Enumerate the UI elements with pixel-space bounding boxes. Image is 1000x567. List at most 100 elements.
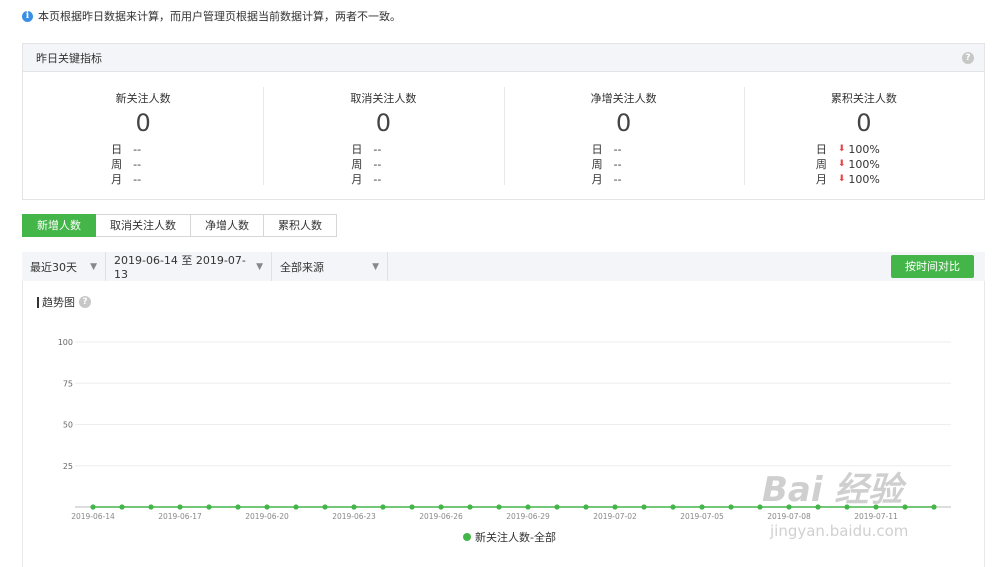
question-icon[interactable]: ? [962, 51, 974, 64]
row-label: 周 [591, 158, 603, 171]
legend-dot [463, 533, 471, 541]
watermark-url: jingyan.baidu.com [770, 522, 909, 540]
y-tick-label: 100 [58, 338, 73, 347]
x-tick-label: 2019-07-11 [854, 512, 898, 521]
row-label: 周 [351, 158, 363, 171]
data-point [235, 504, 241, 510]
metric-unfollowers: 取消关注人数 0 日 -- 周 -- 月 -- [263, 72, 503, 200]
data-point [641, 504, 647, 510]
date-range-value: 2019-06-14 至 2019-07-13 [114, 254, 246, 281]
data-point [496, 504, 502, 510]
data-point [293, 504, 299, 510]
source-dropdown[interactable]: 全部来源 ▼ [272, 252, 388, 281]
caret-down-icon: ▼ [372, 261, 379, 272]
legend-label: 新关注人数-全部 [475, 531, 556, 544]
info-icon: i [22, 10, 33, 22]
x-tick-label: 2019-06-26 [419, 512, 463, 521]
row-value: 100% [848, 143, 880, 156]
data-point [264, 504, 270, 510]
caret-down-icon: ▼ [256, 261, 263, 272]
row-label: 月 [815, 173, 827, 186]
row-value: -- [613, 143, 622, 156]
panel-header: 昨日关键指标 ? [23, 44, 984, 72]
data-point [177, 504, 183, 510]
metric-value: 0 [615, 109, 632, 137]
panel-title: 昨日关键指标 [36, 51, 102, 65]
y-tick-label: 50 [63, 421, 73, 430]
tab-new-users[interactable]: 新增人数 [22, 214, 96, 237]
down-arrow-icon: ⬇ [837, 144, 846, 154]
data-point [554, 504, 560, 510]
data-point [351, 504, 357, 510]
period-value: 最近30天 [30, 260, 77, 274]
metric-title: 净增关注人数 [590, 92, 657, 105]
x-tick-label: 2019-06-29 [506, 512, 550, 521]
data-point [467, 504, 473, 510]
tab-unfollow-users[interactable]: 取消关注人数 [96, 214, 191, 237]
data-point [148, 504, 154, 510]
x-tick-label: 2019-06-17 [158, 512, 202, 521]
data-point [322, 504, 328, 510]
chart-legend[interactable]: 新关注人数-全部 [463, 529, 556, 545]
metric-net-followers: 净增关注人数 0 日 -- 周 -- 月 -- [503, 72, 744, 200]
data-point [931, 504, 937, 510]
metric-title: 累积关注人数 [830, 92, 897, 105]
watermark-logo: Bai 经验 [762, 470, 903, 510]
row-value: -- [373, 143, 382, 156]
row-value: -- [613, 173, 622, 186]
row-value: -- [373, 158, 382, 171]
metrics-row: 新关注人数 0 日 -- 周 -- 月 -- 取消关注人数 0 日 -- 周 -- 月 --… [23, 72, 984, 200]
notice-bar: i 本页根据昨日数据来计算，而用户管理页根据当前数据计算，两者不一致。 [22, 8, 401, 24]
row-value: -- [133, 173, 142, 186]
row-value: -- [133, 143, 142, 156]
data-point [380, 504, 386, 510]
x-tick-label: 2019-07-08 [767, 512, 811, 521]
metric-new-followers: 新关注人数 0 日 -- 周 -- 月 -- [23, 72, 263, 200]
down-arrow-icon: ⬇ [837, 174, 846, 184]
data-point [90, 504, 96, 510]
data-point [119, 504, 125, 510]
data-point [409, 504, 415, 510]
row-label: 日 [591, 143, 603, 156]
x-tick-label: 2019-07-02 [593, 512, 637, 521]
source-value: 全部来源 [280, 260, 324, 274]
row-label: 日 [351, 143, 363, 156]
row-value: -- [373, 173, 382, 186]
period-dropdown[interactable]: 最近30天 ▼ [22, 252, 106, 281]
row-label: 月 [351, 173, 363, 186]
row-label: 月 [111, 173, 123, 186]
row-value: -- [613, 158, 622, 171]
metric-value: 0 [135, 109, 151, 137]
row-value: -- [133, 158, 142, 171]
data-point [438, 504, 444, 510]
tab-total-users[interactable]: 累积人数 [264, 214, 337, 237]
row-label: 日 [815, 143, 827, 156]
x-tick-label: 2019-06-23 [332, 512, 376, 521]
y-tick-label: 75 [63, 379, 73, 388]
x-tick-label: 2019-06-14 [71, 512, 115, 521]
row-value: 100% [848, 173, 880, 186]
row-value: 100% [848, 158, 880, 171]
x-tick-label: 2019-06-20 [245, 512, 289, 521]
data-point [902, 504, 908, 510]
data-point [728, 504, 734, 510]
metric-title: 新关注人数 [115, 92, 171, 105]
row-label: 日 [111, 143, 123, 156]
notice-text: 本页根据昨日数据来计算，而用户管理页根据当前数据计算，两者不一致。 [38, 10, 401, 23]
data-point [583, 504, 589, 510]
data-point [206, 504, 212, 510]
tab-net-users[interactable]: 净增人数 [191, 214, 264, 237]
data-point [525, 504, 531, 510]
row-label: 周 [111, 158, 123, 171]
down-arrow-icon: ⬇ [837, 159, 846, 169]
y-tick-label: 25 [63, 462, 73, 471]
compare-by-time-button[interactable]: 按时间对比 [891, 255, 974, 278]
key-metrics-panel: 昨日关键指标 ? 新关注人数 0 日 -- 周 -- 月 -- 取消关注人数 0 日-… [22, 43, 985, 200]
caret-down-icon: ▼ [90, 261, 97, 272]
metric-total-followers: 累积关注人数 0 日 ⬇ 100% 周 ⬇ 100% 月 ⬇ 100% [743, 72, 984, 200]
x-tick-label: 2019-07-05 [680, 512, 724, 521]
filter-bar: 最近30天 ▼ 2019-06-14 至 2019-07-13 ▼ 全部来源 ▼ 按时… [22, 252, 985, 281]
data-point [670, 504, 676, 510]
date-range-picker[interactable]: 2019-06-14 至 2019-07-13 ▼ [106, 252, 272, 281]
metric-title: 取消关注人数 [350, 92, 417, 105]
